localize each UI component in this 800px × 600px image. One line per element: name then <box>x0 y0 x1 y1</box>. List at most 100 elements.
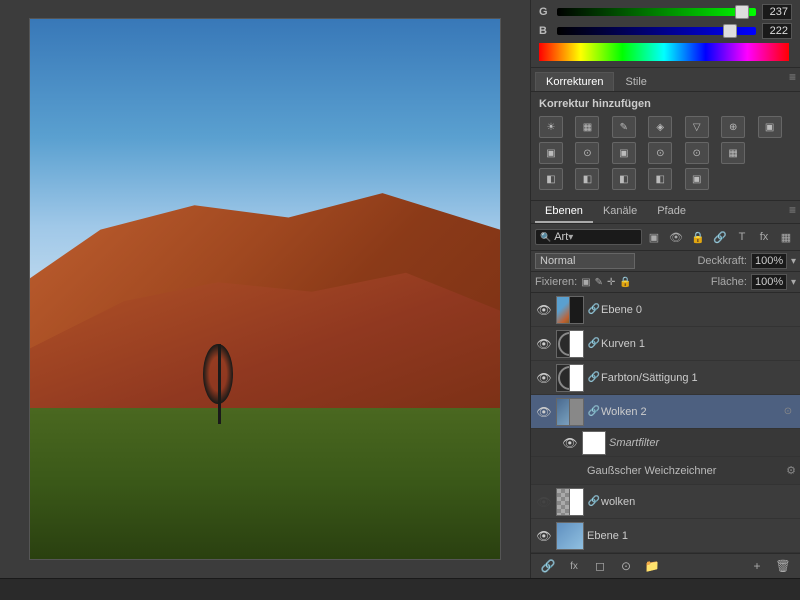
fill-input[interactable] <box>751 274 787 290</box>
mask-ebene0 <box>569 297 583 323</box>
selectivecolor-icon-btn[interactable]: ◧ <box>612 168 636 190</box>
fx-btn[interactable]: fx <box>563 557 585 575</box>
mask-kurven1 <box>569 331 583 357</box>
layers-search-box[interactable]: 🔍 Art ▾ <box>535 229 642 245</box>
tab-korrekturen[interactable]: Korrekturen <box>535 72 614 91</box>
mask-wolken2 <box>569 399 583 425</box>
tab-kanaele[interactable]: Kanäle <box>593 201 647 223</box>
search-type-label: Art <box>554 231 568 243</box>
link-layers-btn[interactable]: 🔗 <box>537 557 559 575</box>
ground-layer <box>30 408 500 559</box>
name-kurven1: Kurven 1 <box>601 338 796 350</box>
thumb-wolken2 <box>556 398 584 426</box>
thumb-img-ebene1 <box>557 523 583 549</box>
corrections-menu-btn[interactable]: ≡ <box>789 70 796 84</box>
eye-kurven1[interactable]: 👁 <box>535 335 553 353</box>
lock-brush-icon[interactable]: ✎ <box>595 277 603 288</box>
eye-smartfilter[interactable]: 👁 <box>561 434 579 452</box>
opacity-arrow[interactable]: ▾ <box>791 256 796 267</box>
tab-pfade[interactable]: Pfade <box>647 201 696 223</box>
layer-ebene1[interactable]: 👁 Ebene 1 <box>531 519 800 553</box>
add-mask-btn[interactable]: ◻ <box>589 557 611 575</box>
eye-wolken[interactable]: 👁 <box>535 493 553 511</box>
opacity-input[interactable] <box>751 253 787 269</box>
gaussfilter-row[interactable]: Gaußscher Weichzeichner ⚙ <box>531 457 800 485</box>
lock-all-icon[interactable]: 🔒 <box>619 277 631 288</box>
layers-menu-btn[interactable]: ≡ <box>789 203 796 217</box>
layer-ebene0[interactable]: 👁 🔗 Ebene 0 <box>531 293 800 327</box>
g-slider-track[interactable] <box>557 8 756 16</box>
new-group-btn[interactable]: 📁 <box>641 557 663 575</box>
layer-farbton1[interactable]: 👁 🔗 Farbton/Sättigung 1 <box>531 361 800 395</box>
name-wolken2: Wolken 2 <box>601 406 780 418</box>
layers-section: Ebenen Kanäle Pfade ≡ 🔍 Art ▾ ▣ 👁 🔒 🔗 T … <box>531 201 800 578</box>
exposure-icon-btn[interactable]: ◈ <box>648 116 672 138</box>
fill-arrow[interactable]: ▾ <box>791 277 796 288</box>
brightness-icon-btn[interactable]: ☀ <box>539 116 563 138</box>
visibility-icon[interactable]: 👁 <box>666 227 686 247</box>
delete-layer-btn[interactable]: 🗑 <box>772 557 794 575</box>
g-label: G <box>539 6 551 18</box>
eye-ebene0[interactable]: 👁 <box>535 301 553 319</box>
b-slider-handle[interactable] <box>723 24 737 38</box>
layer-kurven1[interactable]: 👁 🔗 Kurven 1 <box>531 327 800 361</box>
solidcolor-icon-btn[interactable]: ▣ <box>685 168 709 190</box>
colorlookup-icon-btn[interactable]: ⊙ <box>648 142 672 164</box>
b-value-input[interactable] <box>762 23 792 39</box>
layers-tab-bar: Ebenen Kanäle Pfade ≡ <box>531 201 800 224</box>
channelmixer-icon-btn[interactable]: ▣ <box>612 142 636 164</box>
eye-wolken2[interactable]: 👁 <box>535 403 553 421</box>
search-dropdown-icon[interactable]: ▾ <box>568 232 573 243</box>
colorbalance-icon-btn[interactable]: ▣ <box>758 116 782 138</box>
g-value-input[interactable] <box>762 4 792 20</box>
vibrance-icon-btn[interactable]: ▽ <box>685 116 709 138</box>
text-icon[interactable]: T <box>732 227 752 247</box>
posterize-icon-btn[interactable]: ▦ <box>721 142 745 164</box>
color-spectrum[interactable] <box>539 43 789 61</box>
status-bar <box>0 578 800 600</box>
lock-move-icon[interactable]: ✛ <box>607 277 615 288</box>
pattern-icon-btn[interactable]: ◧ <box>648 168 672 190</box>
b-slider-track[interactable] <box>557 27 756 35</box>
new-fill-btn[interactable]: ⊙ <box>615 557 637 575</box>
link-wolken[interactable]: 🔗 <box>587 495 601 509</box>
blend-mode-select[interactable]: Normal <box>535 253 635 269</box>
eye-farbton1[interactable]: 👁 <box>535 369 553 387</box>
layer-wolken[interactable]: 👁 🔗 wolken <box>531 485 800 519</box>
fill-label: Fläche: <box>711 276 747 288</box>
link-chain-icon[interactable]: 🔗 <box>710 227 730 247</box>
corrections-panel: Korrektur hinzufügen ☀ ▦ ✎ ◈ ▽ ⊕ ▣ ▣ ⊙ ▣… <box>531 92 800 201</box>
link-ebene0[interactable]: 🔗 <box>587 303 601 317</box>
lock-icon[interactable]: 🔒 <box>688 227 708 247</box>
g-slider-handle[interactable] <box>735 5 749 19</box>
levels-icon-btn[interactable]: ▦ <box>575 116 599 138</box>
layer-wolken2[interactable]: 👁 🔗 Wolken 2 ⊙ <box>531 395 800 429</box>
hue-sat-icon-btn[interactable]: ⊕ <box>721 116 745 138</box>
fixieren-label: Fixieren: <box>535 276 577 288</box>
corrections-title: Korrektur hinzufügen <box>539 98 792 110</box>
gaussfilter-settings-icon[interactable]: ⚙ <box>786 464 796 477</box>
new-group-icon[interactable]: ▣ <box>644 227 664 247</box>
corrections-icons-row2: ▣ ⊙ ▣ ⊙ ⊙ ▦ <box>539 142 792 164</box>
layers-list: 👁 🔗 Ebene 0 👁 <box>531 293 800 553</box>
lock-transparent-icon[interactable]: ▣ <box>581 277 590 288</box>
link-wolken2[interactable]: 🔗 <box>587 405 601 419</box>
tab-stile[interactable]: Stile <box>614 72 657 91</box>
link-kurven1[interactable]: 🔗 <box>587 337 601 351</box>
gradientmap-icon-btn[interactable]: ◧ <box>575 168 599 190</box>
curves-icon-btn[interactable]: ✎ <box>612 116 636 138</box>
thumb-kurven1 <box>556 330 584 358</box>
bw-icon-btn[interactable]: ▣ <box>539 142 563 164</box>
name-ebene0: Ebene 0 <box>601 304 796 316</box>
effects-icon[interactable]: fx <box>754 227 774 247</box>
new-layer-btn[interactable]: + <box>746 557 768 575</box>
invert-icon-btn[interactable]: ⊙ <box>685 142 709 164</box>
filter-icon[interactable]: ▦ <box>776 227 796 247</box>
threshold-icon-btn[interactable]: ◧ <box>539 168 563 190</box>
link-farbton1[interactable]: 🔗 <box>587 371 601 385</box>
smartfilter-label: Smartfilter <box>609 437 659 449</box>
opacity-label: Deckkraft: <box>697 255 747 267</box>
tab-ebenen[interactable]: Ebenen <box>535 201 593 223</box>
eye-ebene1[interactable]: 👁 <box>535 527 553 545</box>
photofilter-icon-btn[interactable]: ⊙ <box>575 142 599 164</box>
